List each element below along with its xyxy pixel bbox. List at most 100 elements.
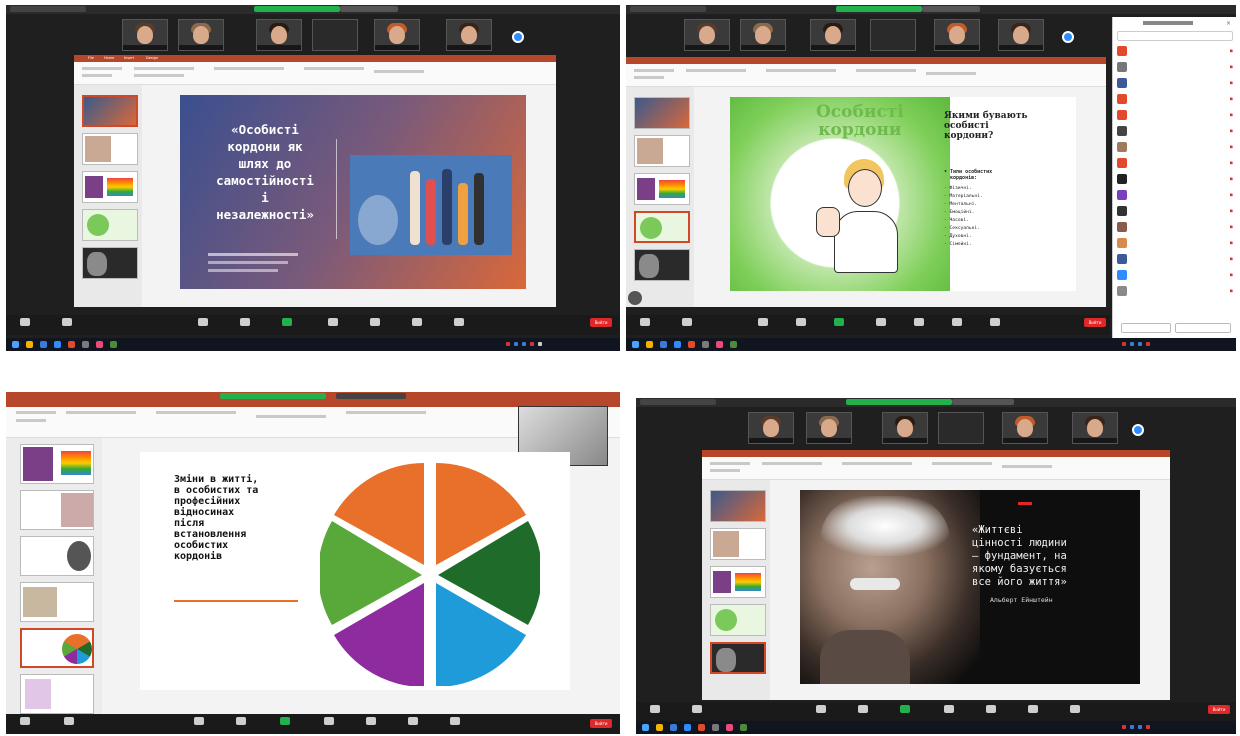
video-button[interactable] <box>50 317 84 333</box>
taskbar-app-icon[interactable] <box>40 341 47 348</box>
ppt-ribbon[interactable] <box>626 64 1106 87</box>
participants-button[interactable] <box>182 716 216 732</box>
reactions-button[interactable] <box>358 317 392 333</box>
video-button[interactable] <box>52 716 86 732</box>
participant-row[interactable]: ◼ <box>1117 173 1233 185</box>
participant-row[interactable]: ◼ <box>1117 125 1233 137</box>
mute-button[interactable] <box>628 317 662 333</box>
participants-button[interactable] <box>804 704 838 720</box>
participant-row[interactable]: ◼ <box>1117 61 1233 73</box>
start-icon[interactable] <box>632 341 639 348</box>
slide-thumbnail[interactable] <box>710 642 766 674</box>
taskbar-app-icon[interactable] <box>26 341 33 348</box>
reactions-button[interactable] <box>354 716 388 732</box>
mute-all-button[interactable] <box>1175 323 1231 333</box>
more-participants-icon[interactable] <box>1062 31 1074 43</box>
more-participants-icon[interactable] <box>1132 424 1144 436</box>
slide-thumbnail[interactable] <box>710 604 766 636</box>
taskbar-app-icon[interactable] <box>740 724 747 731</box>
whiteboard-button[interactable] <box>978 317 1012 333</box>
start-icon[interactable] <box>12 341 19 348</box>
participant-tile[interactable] <box>684 19 730 51</box>
apps-button[interactable] <box>1016 704 1050 720</box>
taskbar-app-icon[interactable] <box>68 341 75 348</box>
taskbar-app-icon[interactable] <box>726 724 733 731</box>
slide-thumbnail[interactable] <box>20 674 94 714</box>
tray-icon[interactable] <box>1130 725 1134 729</box>
taskbar-app-icon[interactable] <box>730 341 737 348</box>
tray-icon[interactable] <box>1130 342 1134 346</box>
slide-thumbnail[interactable] <box>20 582 94 622</box>
participant-tile[interactable] <box>748 412 794 444</box>
taskbar-app-icon[interactable] <box>110 341 117 348</box>
participant-row[interactable]: ◼ <box>1117 237 1233 249</box>
taskbar-app-icon[interactable] <box>96 341 103 348</box>
slide-thumbnail[interactable] <box>634 173 690 205</box>
mute-button[interactable] <box>638 704 672 720</box>
slide-thumbnail[interactable] <box>634 135 690 167</box>
slide-thumbnail[interactable] <box>20 490 94 530</box>
tray-icon[interactable] <box>538 342 542 346</box>
taskbar-app-icon[interactable] <box>712 724 719 731</box>
participant-tile[interactable] <box>934 19 980 51</box>
participants-button[interactable] <box>746 317 780 333</box>
video-button[interactable] <box>670 317 704 333</box>
mute-button[interactable] <box>8 716 42 732</box>
slide-thumbnail[interactable] <box>82 171 138 203</box>
participant-row[interactable]: ◼ <box>1117 189 1233 201</box>
mute-button[interactable] <box>8 317 42 333</box>
slide-thumbnail[interactable] <box>634 249 690 281</box>
record-button[interactable] <box>864 317 898 333</box>
slide-thumbnail[interactable] <box>710 490 766 522</box>
taskbar-app-icon[interactable] <box>674 341 681 348</box>
invite-button[interactable] <box>1121 323 1171 333</box>
participant-tile[interactable] <box>740 19 786 51</box>
participants-button[interactable] <box>186 317 220 333</box>
slide-thumbnail[interactable] <box>634 211 690 243</box>
tray-icon[interactable] <box>522 342 526 346</box>
participant-row[interactable]: ◼ <box>1117 109 1233 121</box>
slide-thumbnail[interactable] <box>82 209 138 241</box>
participant-tile-name-only[interactable] <box>938 412 984 444</box>
participant-row[interactable]: ◼ <box>1117 269 1233 281</box>
share-screen-button[interactable] <box>888 704 922 720</box>
slide-thumbnail[interactable] <box>20 536 94 576</box>
participant-row[interactable]: ◼ <box>1117 77 1233 89</box>
leave-button[interactable]: Вийти <box>1084 318 1106 327</box>
share-screen-button[interactable] <box>270 317 304 333</box>
slide-thumbnail[interactable] <box>82 247 138 279</box>
tray-icon[interactable] <box>530 342 534 346</box>
slide-thumbnail[interactable] <box>20 444 94 484</box>
chat-button[interactable] <box>224 716 258 732</box>
participant-row[interactable]: ◼ <box>1117 221 1233 233</box>
slide-thumbnail[interactable] <box>20 628 94 668</box>
taskbar-app-icon[interactable] <box>688 341 695 348</box>
participant-tile[interactable] <box>998 19 1044 51</box>
apps-button[interactable] <box>400 317 434 333</box>
taskbar-app-icon[interactable] <box>716 341 723 348</box>
whiteboard-button[interactable] <box>438 716 472 732</box>
record-button[interactable] <box>316 317 350 333</box>
chat-button[interactable] <box>846 704 880 720</box>
taskbar-app-icon[interactable] <box>646 341 653 348</box>
tray-icon[interactable] <box>1138 342 1142 346</box>
taskbar-app-icon[interactable] <box>684 724 691 731</box>
participant-tile[interactable] <box>178 19 224 51</box>
ppt-ribbon[interactable] <box>74 62 556 85</box>
tray-icon[interactable] <box>1146 342 1150 346</box>
taskbar-app-icon[interactable] <box>670 724 677 731</box>
slide-thumbnail[interactable] <box>710 528 766 560</box>
leave-button[interactable]: Вийти <box>1208 705 1230 714</box>
participants-search-input[interactable] <box>1117 31 1233 41</box>
apps-button[interactable] <box>396 716 430 732</box>
participant-tile[interactable] <box>446 19 492 51</box>
taskbar-app-icon[interactable] <box>656 724 663 731</box>
reactions-button[interactable] <box>974 704 1008 720</box>
more-participants-icon[interactable] <box>512 31 524 43</box>
participant-row[interactable]: ◼ <box>1117 93 1233 105</box>
tray-icon[interactable] <box>514 342 518 346</box>
leave-button[interactable]: Вийти <box>590 719 612 728</box>
participant-tile[interactable] <box>374 19 420 51</box>
tray-icon[interactable] <box>1138 725 1142 729</box>
tray-icon[interactable] <box>1122 342 1126 346</box>
